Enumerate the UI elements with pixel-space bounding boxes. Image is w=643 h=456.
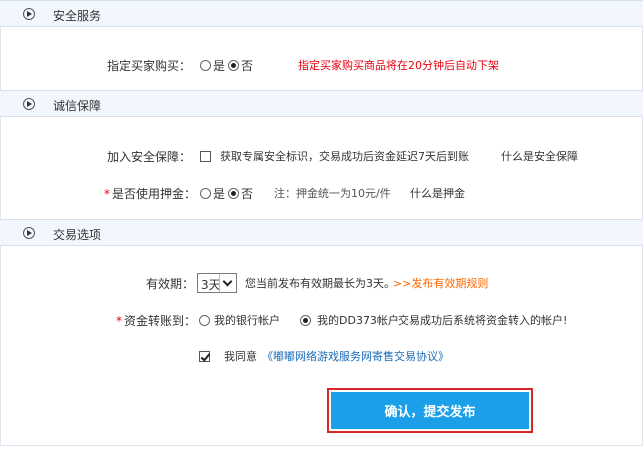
deposit-link[interactable]: 什么是押金 — [410, 187, 465, 201]
buyer-yes-label: 是 — [213, 59, 226, 73]
transfer-bank-radio[interactable] — [199, 315, 210, 326]
submit-highlight-frame: 确认，提交发布 — [327, 388, 533, 433]
validity-note: 您当前发布有效期最长为3天。 — [245, 277, 395, 290]
section-title-security: 安全服务 — [53, 9, 102, 23]
agree-prefix: 我同意 — [224, 350, 257, 363]
guarantee-link[interactable]: 什么是安全保障 — [501, 150, 578, 164]
guarantee-text: 获取专属安全标识，交易成功后资金延迟7天后到账 — [220, 150, 469, 163]
submit-button[interactable]: 确认，提交发布 — [331, 392, 529, 429]
transfer-bank-label: 我的银行帐户 — [214, 314, 280, 327]
play-circle-icon[interactable] — [23, 8, 35, 20]
transfer-dd-label: 我的DD373帐户 — [317, 314, 399, 327]
deposit-label: 是否使用押金： — [112, 187, 197, 201]
play-circle-icon[interactable] — [23, 227, 35, 239]
buyer-yes-radio[interactable] — [200, 60, 211, 71]
agree-checkbox[interactable] — [199, 351, 210, 362]
section-header-trade: 交易选项 — [0, 219, 643, 246]
validity-selected-value: 3天 — [201, 278, 221, 292]
transfer-dd-radio[interactable] — [300, 315, 311, 326]
deposit-yes-radio[interactable] — [200, 188, 211, 199]
section-header-integrity: 诚信保障 — [0, 90, 643, 117]
deposit-no-label: 否 — [241, 187, 254, 201]
transfer-required-star: * — [116, 314, 122, 328]
play-circle-icon[interactable] — [23, 98, 35, 110]
transfer-label: 资金转账到： — [124, 314, 197, 328]
agree-link[interactable]: 《嘟嘟网络游戏服务网寄售交易协议》 — [262, 350, 449, 364]
transfer-note: 交易成功后系统将资金转入的帐户! — [398, 314, 568, 327]
section-header-security: 安全服务 — [0, 0, 643, 27]
guarantee-checkbox[interactable] — [200, 151, 211, 162]
guarantee-label: 加入安全保障： — [107, 150, 192, 164]
section-title-trade: 交易选项 — [53, 228, 102, 242]
buyer-label: 指定买家购买： — [107, 59, 192, 73]
validity-rule-link[interactable]: >>发布有效期规则 — [393, 277, 488, 291]
deposit-yes-label: 是 — [213, 187, 226, 201]
deposit-note: 注：押金统一为10元/件 — [274, 187, 391, 200]
section-body-security: 指定买家购买： 是 否 指定买家购买商品将在20分钟后自动下架 — [0, 27, 643, 90]
deposit-required-star: * — [104, 187, 110, 201]
chevron-down-icon[interactable] — [219, 274, 236, 292]
buyer-notice: 指定买家购买商品将在20分钟后自动下架 — [298, 59, 499, 72]
validity-label: 有效期： — [146, 277, 195, 291]
section-body-integrity: 加入安全保障： 获取专属安全标识，交易成功后资金延迟7天后到账 什么是安全保障 … — [0, 117, 643, 219]
section-title-integrity: 诚信保障 — [53, 99, 102, 113]
section-body-trade — [0, 246, 643, 446]
buyer-no-label: 否 — [241, 59, 254, 73]
buyer-no-radio[interactable] — [228, 60, 239, 71]
deposit-no-radio[interactable] — [228, 188, 239, 199]
validity-select[interactable]: 3天 — [197, 273, 237, 293]
